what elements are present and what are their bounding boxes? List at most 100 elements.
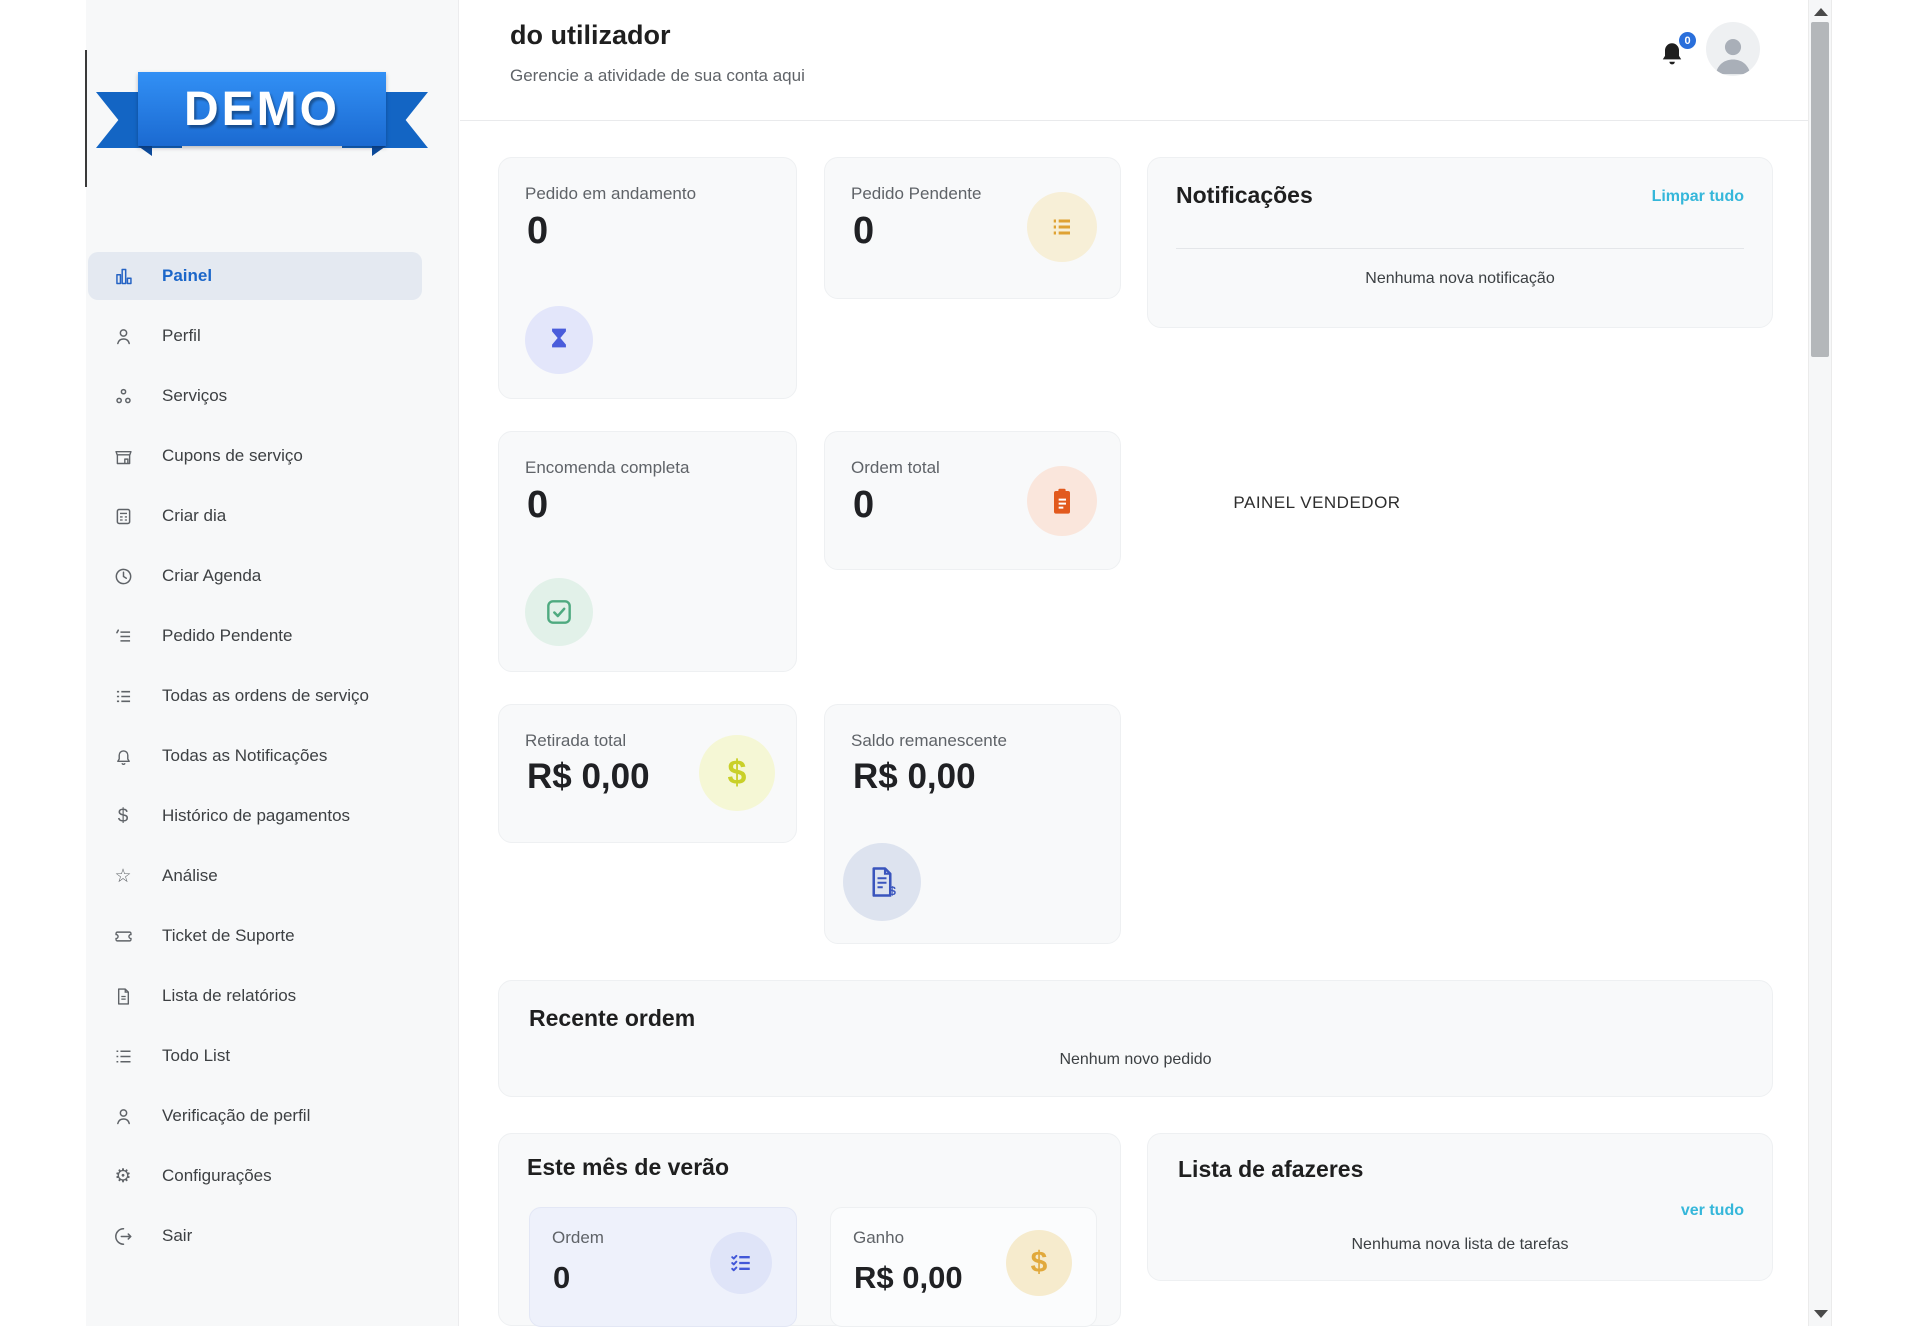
sidebar-item-criar-agenda[interactable]: Criar Agenda [88,552,422,600]
scroll-down-arrow-icon[interactable] [1814,1310,1828,1318]
sidebar-item-label: Criar Agenda [162,566,261,586]
sidebar-item-notificacoes[interactable]: Todas as Notificações [88,732,422,780]
clear-all-link[interactable]: Limpar tudo [1652,188,1744,206]
card-label: Ordem [552,1228,604,1248]
card-encomenda-completa: Encomenda completa 0 [498,431,797,672]
scrollbar[interactable] [1808,0,1832,1326]
recent-orders-empty-message: Nenhum novo pedido [499,1051,1772,1069]
report-icon [112,985,134,1007]
user-check-icon [112,1105,134,1127]
page-subtitle: Gerencie a atividade de sua conta aqui [510,66,805,86]
sidebar-item-verificacao-perfil[interactable]: Verificação de perfil [88,1092,422,1140]
sidebar-item-label: Todas as Notificações [162,746,327,766]
sidebar-item-label: Todo List [162,1046,230,1066]
sidebar-item-label: Cupons de serviço [162,446,303,466]
pending-list-icon [1027,192,1097,262]
hourglass-icon [525,306,593,374]
card-value: R$ 0,00 [853,757,976,797]
star-icon: ☆ [112,865,134,887]
calendar-icon [112,505,134,527]
card-label: Ordem total [851,458,940,478]
todo-list-icon [112,1045,134,1067]
gear-icon: ⚙ [112,1165,134,1187]
see-all-link[interactable]: ver tudo [1681,1202,1744,1220]
dollar-icon: $ [112,805,134,827]
user-icon [112,325,134,347]
todo-list-title: Lista de afazeres [1178,1156,1363,1183]
sidebar-item-label: Ticket de Suporte [162,926,295,946]
card-ordem-total: Ordem total 0 [824,431,1121,570]
coin-icon: $ [1006,1230,1072,1296]
month-ordem-card: Ordem 0 [529,1207,797,1327]
nodes-icon [112,385,134,407]
card-label: Pedido em andamento [525,184,696,204]
scroll-up-arrow-icon[interactable] [1814,8,1828,16]
sidebar-item-label: Verificação de perfil [162,1106,310,1126]
recent-orders-panel: Recente ordem Nenhum novo pedido [498,980,1773,1097]
logo-ribbon: DEMO [96,66,428,170]
header-actions: 0 [1658,22,1760,76]
bell-icon [112,745,134,767]
recent-orders-title: Recente ordem [529,1005,695,1032]
card-value: 0 [853,484,874,527]
sidebar-item-perfil[interactable]: Perfil [88,312,422,360]
sidebar-item-ordens-servico[interactable]: Todas as ordens de serviço [88,672,422,720]
divider [1176,248,1744,249]
sidebar-item-servicos[interactable]: Serviços [88,372,422,420]
card-value: 0 [527,210,548,253]
sidebar-item-label: Perfil [162,326,201,346]
logout-icon [112,1225,134,1247]
bar-chart-icon [112,265,134,287]
month-ganho-card: Ganho R$ 0,00 $ [830,1207,1097,1327]
card-value: 0 [527,484,548,527]
card-saldo-remanescente: Saldo remanescente R$ 0,00 [824,704,1121,944]
sidebar-item-label: Configurações [162,1166,272,1186]
sidebar-item-configuracoes[interactable]: ⚙ Configurações [88,1152,422,1200]
notifications-button[interactable]: 0 [1658,40,1686,70]
card-value: 0 [853,210,874,253]
ticket-icon [112,925,134,947]
sidebar-item-cupons[interactable]: Cupons de serviço [88,432,422,480]
panel-vendedor-label: PAINEL VENDEDOR [1147,493,1487,513]
dollar-circle-icon: $ [699,735,775,811]
store-icon [112,445,134,467]
card-pedido-em-andamento: Pedido em andamento 0 [498,157,797,399]
card-retirada-total: Retirada total R$ 0,00 $ [498,704,797,843]
sidebar-item-todo-list[interactable]: Todo List [88,1032,422,1080]
card-label: Ganho [853,1228,904,1248]
card-label: Encomenda completa [525,458,689,478]
sidebar-item-ticket-suporte[interactable]: Ticket de Suporte [88,912,422,960]
todo-list-panel: Lista de afazeres ver tudo Nenhuma nova … [1147,1133,1773,1281]
notifications-panel: Notificações Limpar tudo Nenhuma nova no… [1147,157,1773,328]
sidebar-item-criar-dia[interactable]: Criar dia [88,492,422,540]
notifications-title: Notificações [1176,182,1313,209]
clipboard-icon [1027,466,1097,536]
person-icon [1711,32,1755,76]
drawer-handle [85,50,87,187]
sidebar-item-painel[interactable]: Painel [88,252,422,300]
scrollbar-thumb[interactable] [1811,22,1829,357]
notifications-empty-message: Nenhuma nova notificação [1148,270,1772,288]
sidebar-item-label: Sair [162,1226,192,1246]
card-label: Saldo remanescente [851,731,1007,751]
sidebar-item-label: Histórico de pagamentos [162,806,350,826]
card-pedido-pendente: Pedido Pendente 0 [824,157,1121,299]
ribbon-fold [372,146,386,156]
sidebar-item-sair[interactable]: Sair [88,1212,422,1260]
page-title: do utilizador [510,20,670,51]
sidebar-item-pedido-pendente[interactable]: Pedido Pendente [88,612,422,660]
sidebar-item-label: Painel [162,266,212,286]
sidebar-item-analise[interactable]: ☆ Análise [88,852,422,900]
sidebar-item-lista-relatorios[interactable]: Lista de relatórios [88,972,422,1020]
this-month-title: Este mês de verão [527,1154,729,1181]
sidebar-item-label: Serviços [162,386,227,406]
card-value: R$ 0,00 [854,1260,963,1296]
sidebar-item-historico-pagamentos[interactable]: $ Histórico de pagamentos [88,792,422,840]
sidebar-item-label: Análise [162,866,218,886]
sidebar-item-label: Pedido Pendente [162,626,292,646]
avatar[interactable] [1706,22,1760,76]
order-check-icon [710,1232,772,1294]
card-label: Retirada total [525,731,626,751]
sidebar-item-label: Lista de relatórios [162,986,296,1006]
sidebar-menu: Painel Perfil Serviços Cupons de serviço… [88,252,422,1272]
